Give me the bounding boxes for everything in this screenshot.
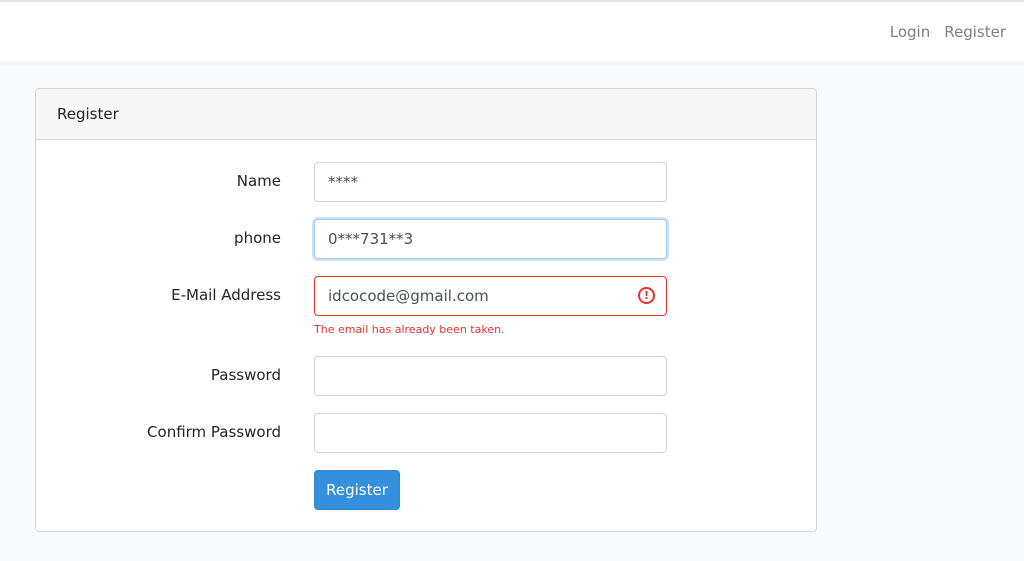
login-link[interactable]: Login: [883, 22, 937, 42]
phone-row: phone: [36, 219, 816, 259]
card-title: Register: [36, 89, 816, 140]
register-card: Register Name phone E-Mail Address ! The…: [35, 88, 817, 532]
email-error-message: The email has already been taken.: [314, 323, 505, 336]
register-button[interactable]: Register: [314, 470, 400, 510]
password-input[interactable]: [314, 356, 667, 396]
phone-input[interactable]: [314, 219, 667, 259]
auth-nav: Login Register: [883, 22, 1013, 42]
register-link[interactable]: Register: [937, 22, 1013, 42]
email-label: E-Mail Address: [171, 286, 281, 304]
confirm-password-label: Confirm Password: [147, 423, 281, 441]
exclamation-circle-icon: !: [638, 287, 655, 304]
name-row: Name: [36, 162, 816, 202]
email-input[interactable]: [314, 276, 667, 316]
password-label: Password: [210, 366, 281, 384]
confirm-password-input[interactable]: [314, 413, 667, 453]
name-input[interactable]: [314, 162, 667, 202]
password-row: Password: [36, 356, 816, 396]
top-navbar: Login Register: [0, 0, 1024, 62]
confirm-password-row: Confirm Password: [36, 413, 816, 453]
email-row: E-Mail Address ! The email has already b…: [36, 276, 816, 336]
phone-label: phone: [234, 229, 281, 247]
name-label: Name: [236, 172, 281, 190]
